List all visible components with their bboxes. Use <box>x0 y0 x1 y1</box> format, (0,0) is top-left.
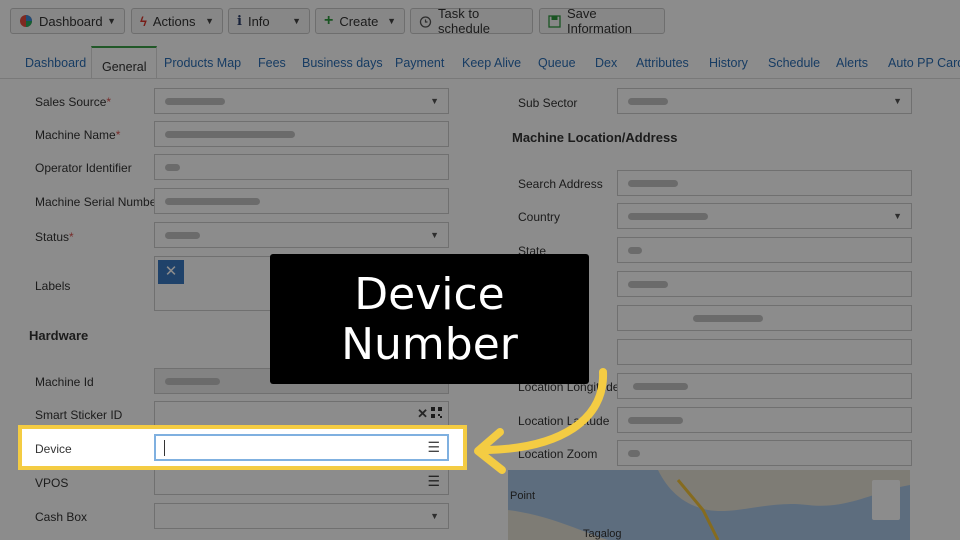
list-icon[interactable]: ☰ <box>427 439 440 456</box>
device-row-highlight: Device ☰ <box>18 425 467 470</box>
device-field[interactable]: ☰ <box>154 434 449 461</box>
device-number-callout: Device Number <box>270 254 589 384</box>
callout-line-1: Device <box>354 269 505 320</box>
callout-line-2: Number <box>341 319 518 370</box>
text-cursor <box>164 440 165 456</box>
device-label: Device <box>35 442 72 456</box>
